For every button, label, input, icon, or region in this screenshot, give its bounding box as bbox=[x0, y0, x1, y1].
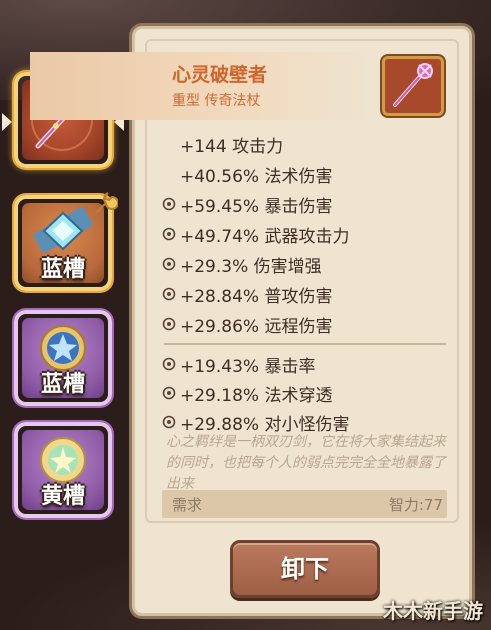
stat-line: +40.56% 法术伤害 bbox=[180, 167, 333, 187]
stat-line: +29.18% 法术穿透 bbox=[180, 386, 333, 406]
slot-label: 蓝槽 bbox=[40, 257, 85, 282]
watermark: 木木新手游 bbox=[383, 599, 483, 623]
affix-icon bbox=[162, 415, 176, 429]
item-lore: 心之羁绊是一柄双刃剑，它在将大家集结起来的同时，也把每个人的弱点完完全全地暴露了… bbox=[166, 434, 446, 492]
staff-icon bbox=[393, 63, 433, 107]
stat-line: +19.43% 暴击率 bbox=[180, 357, 316, 377]
slot-label: 黄槽 bbox=[40, 484, 85, 509]
wrench-icon bbox=[95, 192, 118, 214]
item-name: 心灵破壁者 bbox=[172, 64, 268, 86]
slot-blue-1[interactable]: 蓝槽 bbox=[14, 192, 118, 291]
stat-line: +144 攻击力 bbox=[180, 137, 284, 157]
affix-icon bbox=[162, 197, 176, 211]
item-icon-frame bbox=[382, 56, 444, 116]
affix-icon bbox=[162, 287, 176, 301]
affix-icon bbox=[162, 257, 176, 271]
requirement-label: 需求 bbox=[172, 496, 203, 514]
stat-line: +59.45% 暴击伤害 bbox=[180, 197, 333, 217]
requirement-value: 智力:77 bbox=[388, 496, 443, 514]
item-type: 重型 传奇法杖 bbox=[172, 93, 261, 109]
stats-divider bbox=[164, 343, 446, 345]
slot-label: 蓝槽 bbox=[40, 372, 85, 397]
stat-line: +28.84% 普攻伤害 bbox=[180, 287, 333, 307]
affix-icon bbox=[162, 357, 176, 371]
selection-arrow-left-icon bbox=[2, 113, 12, 131]
stat-line: +49.74% 武器攻击力 bbox=[180, 227, 350, 247]
slot-blue-2[interactable]: 蓝槽 bbox=[14, 310, 112, 406]
unequip-button[interactable]: 卸下 bbox=[230, 540, 380, 598]
stat-line: +29.3% 伤害增强 bbox=[180, 257, 322, 277]
slot-yellow[interactable]: 黄槽 bbox=[14, 422, 112, 518]
stat-line: +29.86% 远程伤害 bbox=[180, 317, 333, 337]
affix-icon bbox=[162, 386, 176, 400]
affix-icon bbox=[162, 227, 176, 241]
affix-icon bbox=[162, 317, 176, 331]
